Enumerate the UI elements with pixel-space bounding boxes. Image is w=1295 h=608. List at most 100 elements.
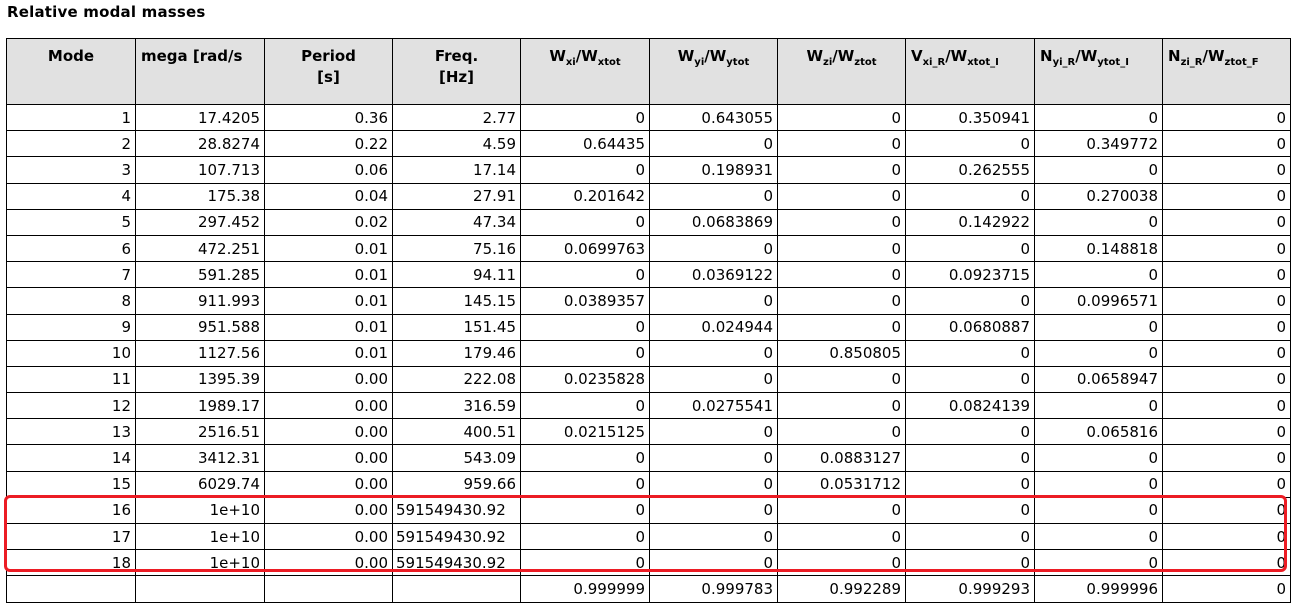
mode-cell: 6 <box>6 234 136 263</box>
header-mode[interactable]: Mode <box>6 38 136 105</box>
period-cell: 0.00 <box>264 522 393 551</box>
wx-rot-cell: 0.0824139 <box>905 392 1035 420</box>
wx-cell: 0 <box>520 549 650 577</box>
header-freq[interactable]: Freq. [Hz] <box>392 38 521 105</box>
table-row[interactable]: 2 28.8274 0.22 4.59 0.64435 0 0 0 0.349772 0 <box>6 130 1291 158</box>
freq-cell: 75.16 <box>392 234 521 263</box>
wz-cell: 0 <box>777 392 906 420</box>
total-freq-cell <box>392 575 521 603</box>
header-wz-b: /W <box>832 47 855 65</box>
table-row[interactable]: 3 107.713 0.06 17.14 0 0.198931 0 0.262555 0 0 <box>6 156 1291 184</box>
header-freq-line2: [Hz] <box>439 68 474 86</box>
table-row[interactable]: 16 1e+10 0.00 591549430.92 0 0 0 0 0 0 <box>6 496 1291 525</box>
period-cell: 0.00 <box>264 392 393 420</box>
wx-rot-cell: 0.262555 <box>905 156 1035 184</box>
header-wz-a-sub: zi <box>823 57 833 68</box>
table-row[interactable]: 9 951.588 0.01 151.45 0 0.024944 0 0.0680887 0 0 <box>6 313 1291 341</box>
wx-cell: 0 <box>520 444 650 472</box>
table-row[interactable]: 1 17.4205 0.36 2.77 0 0.643055 0 0.350941 0 0 <box>6 103 1291 132</box>
header-wy-ratio[interactable]: Wyi/Wytot <box>649 38 778 105</box>
wy-cell: 0 <box>649 365 778 394</box>
mode-cell: 17 <box>6 522 136 551</box>
mode-cell: 16 <box>6 496 136 525</box>
header-wy-b-sub: ytot <box>726 57 750 68</box>
header-wz-a: W <box>806 47 823 65</box>
mode-cell: 1 <box>6 103 136 132</box>
header-wz-b-sub: ztot <box>854 57 877 68</box>
table-row[interactable]: 6 472.251 0.01 75.16 0.0699763 0 0 0 0.148818 0 <box>6 234 1291 263</box>
wy-cell: 0.198931 <box>649 156 778 184</box>
wx-cell: 0 <box>520 103 650 132</box>
mode-cell: 18 <box>6 549 136 577</box>
wy-cell: 0 <box>649 496 778 525</box>
wy-rot-cell: 0.065816 <box>1034 418 1163 446</box>
wy-rot-cell: 0 <box>1034 549 1163 577</box>
wz-cell: 0 <box>777 365 906 394</box>
wy-cell: 0 <box>649 444 778 472</box>
table-row[interactable]: 7 591.285 0.01 94.11 0 0.0369122 0 0.0923715 0 0 <box>6 261 1291 289</box>
wy-rot-cell: 0 <box>1034 156 1163 184</box>
total-wy-cell: 0.999783 <box>649 575 778 603</box>
wx-rot-cell: 0 <box>905 522 1035 551</box>
wz-cell: 0 <box>777 522 906 551</box>
total-period-cell <box>264 575 393 603</box>
wx-rot-cell: 0 <box>905 287 1035 315</box>
freq-cell: 316.59 <box>392 392 521 420</box>
header-wzr-a: N <box>1168 47 1181 65</box>
wy-rot-cell: 0 <box>1034 261 1163 289</box>
wz-rot-cell: 0 <box>1162 156 1291 184</box>
table-row[interactable]: 5 297.452 0.02 47.34 0 0.0683869 0 0.142922 0 0 <box>6 208 1291 236</box>
freq-cell: 591549430.92 <box>392 496 521 525</box>
wz-rot-cell: 0 <box>1162 549 1291 577</box>
table-row[interactable]: 10 1127.56 0.01 179.46 0 0 0.850805 0 0 0 <box>6 339 1291 367</box>
table-row[interactable]: 17 1e+10 0.00 591549430.92 0 0 0 0 0 0 <box>6 522 1291 551</box>
header-omega-label: mega [rad/s <box>141 47 243 65</box>
table-row[interactable]: 12 1989.17 0.00 316.59 0 0.0275541 0 0.0824139 0… <box>6 392 1291 420</box>
table-row[interactable]: 11 1395.39 0.00 222.08 0.0235828 0 0 0 0.0658947… <box>6 365 1291 394</box>
header-wyr-b: /W <box>1075 47 1098 65</box>
wz-rot-cell: 0 <box>1162 365 1291 394</box>
header-period[interactable]: Period [s] <box>264 38 393 105</box>
table-row[interactable]: 13 2516.51 0.00 400.51 0.0215125 0 0 0 0.065816 0 <box>6 418 1291 446</box>
wx-cell: 0.201642 <box>520 182 650 210</box>
wz-cell: 0.0883127 <box>777 444 906 472</box>
omega-cell: 1395.39 <box>135 365 265 394</box>
wy-rot-cell: 0 <box>1034 103 1163 132</box>
omega-cell: 1e+10 <box>135 549 265 577</box>
freq-cell: 591549430.92 <box>392 522 521 551</box>
header-wx-rot-ratio[interactable]: Vxi_R/Wxtot_I <box>905 38 1035 105</box>
omega-cell: 3412.31 <box>135 444 265 472</box>
mode-cell: 11 <box>6 365 136 394</box>
wz-rot-cell: 0 <box>1162 470 1291 498</box>
table-row[interactable]: 18 1e+10 0.00 591549430.92 0 0 0 0 0 0 <box>6 549 1291 577</box>
wx-rot-cell: 0.0923715 <box>905 261 1035 289</box>
table-row[interactable]: 15 6029.74 0.00 959.66 0 0 0.0531712 0 0 0 <box>6 470 1291 498</box>
wz-cell: 0 <box>777 156 906 184</box>
period-cell: 0.02 <box>264 208 393 236</box>
header-wy-rot-ratio[interactable]: Nyi_R/Wytot_I <box>1034 38 1163 105</box>
wx-rot-cell: 0 <box>905 130 1035 158</box>
wx-rot-cell: 0 <box>905 234 1035 263</box>
omega-cell: 17.4205 <box>135 103 265 132</box>
mode-cell: 9 <box>6 313 136 341</box>
header-omega[interactable]: mega [rad/s <box>135 38 265 105</box>
wy-cell: 0 <box>649 418 778 446</box>
wy-cell: 0 <box>649 339 778 367</box>
wz-rot-cell: 0 <box>1162 522 1291 551</box>
table-row[interactable]: 14 3412.31 0.00 543.09 0 0 0.0883127 0 0 0 <box>6 444 1291 472</box>
header-wz-rot-ratio[interactable]: Nzi_R/Wztot_F <box>1162 38 1291 105</box>
table-row[interactable]: 8 911.993 0.01 145.15 0.0389357 0 0 0 0.0996571 0 <box>6 287 1291 315</box>
header-wx-ratio[interactable]: Wxi/Wxtot <box>520 38 650 105</box>
period-cell: 0.01 <box>264 313 393 341</box>
wx-rot-cell: 0 <box>905 496 1035 525</box>
header-wz-ratio[interactable]: Wzi/Wztot <box>777 38 906 105</box>
header-period-line2: [s] <box>317 68 340 86</box>
wx-cell: 0 <box>520 208 650 236</box>
header-wxr-a: V <box>911 47 923 65</box>
header-wxr-a-sub: xi_R <box>922 57 946 68</box>
omega-cell: 472.251 <box>135 234 265 263</box>
table-row[interactable]: 4 175.38 0.04 27.91 0.201642 0 0 0 0.270038 0 <box>6 182 1291 210</box>
wz-rot-cell: 0 <box>1162 261 1291 289</box>
mode-cell: 7 <box>6 261 136 289</box>
wz-rot-cell: 0 <box>1162 208 1291 236</box>
